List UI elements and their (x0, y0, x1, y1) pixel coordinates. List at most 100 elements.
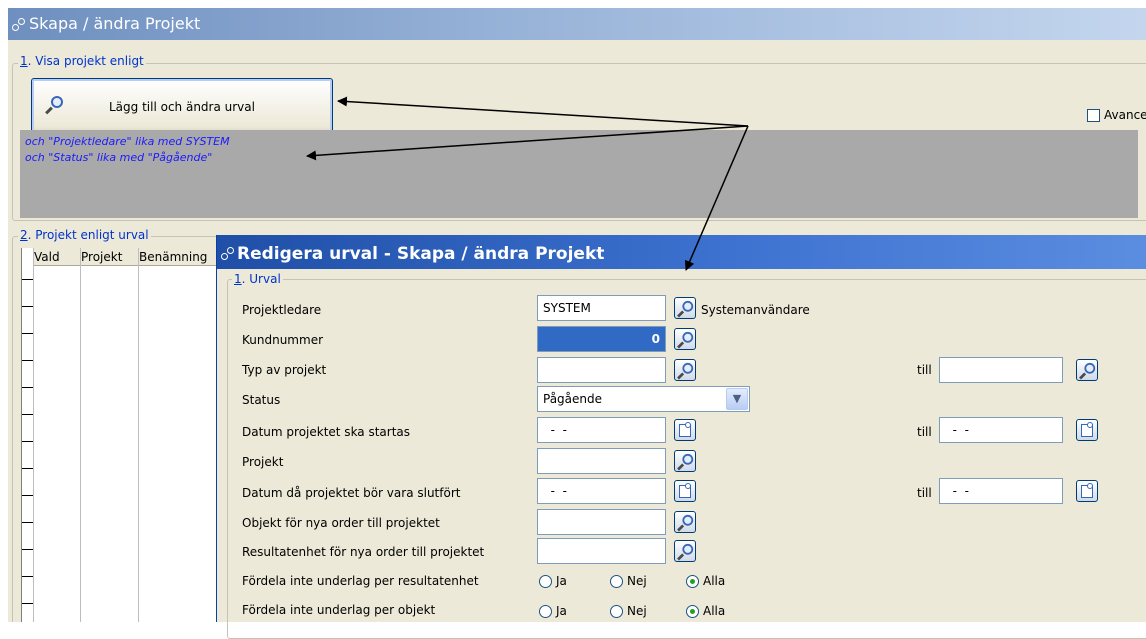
projekt-field[interactable] (537, 448, 666, 474)
row-marker (22, 522, 33, 523)
resultatenhet-field[interactable] (537, 538, 666, 564)
fordela-resultatenhet-label: Fördela inte underlag per resultatenhet (242, 574, 479, 588)
criteria-line: och "Status" lika med "Pågående" (25, 151, 213, 164)
datum-slut-field[interactable]: - - (537, 478, 666, 504)
till-label: till (917, 486, 932, 500)
app-icon (12, 18, 26, 32)
add-change-selection-label: Lägg till och ändra urval (109, 100, 255, 114)
row-marker (22, 576, 33, 577)
datum-start-label: Datum projektet ska startas (242, 425, 411, 439)
status-select[interactable]: Pågående ▼ (537, 386, 750, 412)
radio-label-alla: Alla (703, 574, 726, 588)
radio-label-nej: Nej (627, 574, 647, 588)
grid-header-projekt[interactable]: Projekt (81, 248, 138, 266)
status-select-value: Pågående (543, 392, 603, 406)
fordela-objekt-alla-radio[interactable] (686, 605, 699, 618)
fordela-resultatenhet-nej-radio[interactable] (610, 575, 623, 588)
resultatenhet-label: Resultatenhet för nya order till projekt… (242, 545, 485, 559)
row-marker (22, 306, 33, 307)
typ-av-projekt-to-field[interactable] (939, 357, 1063, 383)
datum-slut-to-field[interactable]: - - (939, 478, 1063, 504)
selection-criteria-box: och "Projektledare" lika med SYSTEM och … (20, 130, 1138, 218)
datum-start-field[interactable]: - - (537, 417, 666, 443)
typ-av-projekt-field[interactable] (537, 357, 666, 383)
resultatenhet-lookup-button[interactable] (674, 540, 696, 562)
objekt-field[interactable] (537, 509, 666, 535)
objekt-lookup-button[interactable] (674, 511, 696, 533)
kundnummer-lookup-button[interactable] (674, 328, 696, 350)
legend-text: . Urval (241, 272, 281, 286)
datum-start-to-field[interactable]: - - (939, 417, 1063, 443)
projektledare-description: Systemanvändare (701, 303, 810, 317)
status-label: Status (242, 393, 281, 407)
row-marker (22, 387, 33, 388)
add-change-selection-button[interactable]: Lägg till och ändra urval (31, 78, 333, 136)
grid-column-divider (80, 248, 81, 622)
typ-av-projekt-to-lookup-button[interactable] (1076, 359, 1098, 381)
kundnummer-field[interactable]: 0 (537, 326, 666, 352)
projects-grid[interactable]: Vald Projekt Benämning (21, 248, 227, 622)
edit-selection-dialog: Redigera urval - Skapa / ändra Projekt 1… (216, 235, 1146, 639)
kundnummer-label: Kundnummer (242, 333, 324, 347)
radio-label-nej: Nej (627, 604, 647, 618)
search-icon (677, 514, 694, 532)
radio-label-ja: Ja (556, 574, 567, 588)
app-icon (221, 247, 235, 261)
search-icon (1079, 362, 1096, 380)
fordela-objekt-nej-radio[interactable] (610, 605, 623, 618)
grid-column-divider (138, 248, 139, 622)
row-marker (22, 468, 33, 469)
legend-text: . Visa projekt enligt (27, 54, 144, 68)
fordela-resultatenhet-alla-radio[interactable] (686, 575, 699, 588)
typ-av-projekt-lookup-button[interactable] (674, 359, 696, 381)
criteria-line: och "Projektledare" lika med SYSTEM (25, 135, 230, 148)
row-marker (22, 441, 33, 442)
radio-label-alla: Alla (703, 604, 726, 618)
objekt-label: Objekt för nya order till projektet (242, 516, 440, 530)
datum-slut-calendar-button[interactable] (674, 480, 696, 502)
datum-start-calendar-button[interactable] (674, 419, 696, 441)
fordela-objekt-ja-radio[interactable] (539, 605, 552, 618)
row-marker (22, 495, 33, 496)
selection-legend: 1. Urval (232, 272, 283, 286)
main-window-title: Skapa / ändra Projekt (29, 14, 201, 33)
row-marker (22, 360, 33, 361)
radio-label-ja: Ja (556, 604, 567, 618)
row-marker (22, 279, 33, 280)
search-icon (677, 300, 694, 318)
row-marker (22, 414, 33, 415)
search-icon (677, 362, 694, 380)
row-marker (22, 549, 33, 550)
projekt-lookup-button[interactable] (674, 450, 696, 472)
search-icon (677, 453, 694, 471)
projektledare-lookup-button[interactable] (674, 297, 696, 319)
till-label: till (917, 363, 932, 377)
legend-number: 1 (234, 272, 242, 286)
datum-start-to-calendar-button[interactable] (1076, 419, 1098, 441)
main-title-bar: Skapa / ändra Projekt (8, 8, 1146, 40)
grid-column-divider (33, 248, 34, 622)
projects-by-selection-legend: 2. Projekt enligt urval (18, 228, 151, 242)
row-marker (22, 333, 33, 334)
legend-number: 2 (20, 228, 28, 242)
grid-header-vald[interactable]: Vald (34, 248, 80, 266)
chevron-down-icon[interactable]: ▼ (726, 388, 748, 410)
typ-av-projekt-label: Typ av projekt (242, 363, 327, 377)
projekt-label: Projekt (242, 455, 284, 469)
projektledare-label: Projektledare (242, 303, 322, 317)
view-projects-legend: 1. Visa projekt enligt (18, 54, 146, 68)
dialog-title: Redigera urval - Skapa / ändra Projekt (237, 244, 605, 264)
search-icon (677, 543, 694, 561)
legend-text: . Projekt enligt urval (27, 228, 149, 242)
till-label: till (917, 425, 932, 439)
legend-number: 1 (20, 54, 28, 68)
row-marker (22, 603, 33, 604)
projektledare-field[interactable]: SYSTEM (537, 295, 666, 321)
dialog-title-bar: Redigera urval - Skapa / ändra Projekt (217, 235, 1146, 269)
advanced-checkbox-label: Avancera (1104, 108, 1146, 122)
datum-slut-to-calendar-button[interactable] (1076, 480, 1098, 502)
datum-slut-label: Datum då projektet bör vara slutfört (242, 486, 461, 500)
fordela-resultatenhet-ja-radio[interactable] (539, 575, 552, 588)
grid-header-benamning[interactable]: Benämning (139, 248, 227, 266)
advanced-checkbox[interactable] (1087, 109, 1100, 122)
